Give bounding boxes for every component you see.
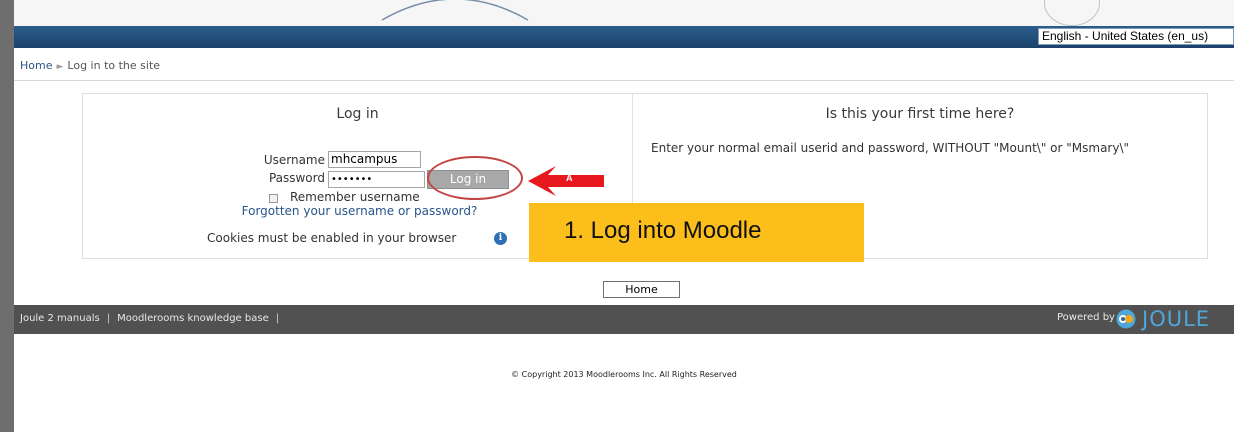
info-icon[interactable]: i — [494, 232, 507, 245]
joule-brand-text[interactable]: JOULE — [1142, 307, 1210, 331]
breadcrumb-home-link[interactable]: Home — [20, 59, 52, 72]
breadcrumb-current: Log in to the site — [67, 59, 161, 72]
footer-link-manuals[interactable]: Joule 2 manuals — [20, 313, 100, 324]
powered-by-label: Powered by — [1057, 312, 1115, 323]
breadcrumb-separator-icon: ► — [56, 62, 64, 72]
instruction-callout: 1. Log into Moodle — [529, 203, 864, 262]
password-label: Password — [268, 171, 325, 185]
cookies-notice: Cookies must be enabled in your browser — [207, 231, 457, 245]
decorative-ring — [1044, 0, 1100, 26]
remember-username-label: Remember username — [290, 190, 420, 204]
footer-divider: | — [106, 313, 111, 324]
divider — [14, 80, 1234, 81]
footer-bar: Joule 2 manuals | Moodlerooms knowledge ba… — [14, 305, 1234, 334]
footer-links: Joule 2 manuals | Moodlerooms knowledge ba… — [20, 313, 286, 324]
footer-divider: | — [275, 313, 280, 324]
joule-logo-icon[interactable] — [1116, 309, 1136, 329]
login-title: Log in — [336, 106, 379, 122]
remember-username-checkbox[interactable] — [269, 194, 278, 203]
breadcrumb: Home ► Log in to the site — [20, 59, 160, 72]
highlight-ellipse — [427, 156, 523, 200]
username-label: Username — [263, 153, 325, 167]
language-select[interactable]: English - United States (en_us) — [1038, 28, 1234, 45]
username-input[interactable]: mhcampus — [328, 151, 421, 168]
password-input[interactable]: ••••••• — [328, 171, 425, 188]
site-logo-icon — [381, 0, 529, 21]
site-header-band — [14, 0, 1234, 26]
footer-link-knowledge-base[interactable]: Moodlerooms knowledge base — [117, 313, 269, 324]
annotation-arrow-label: A — [566, 173, 573, 183]
copyright-notice: © Copyright 2013 Moodlerooms Inc. All Ri… — [511, 370, 737, 379]
first-time-title: Is this your first time here? — [825, 106, 1015, 122]
first-time-instructions: Enter your normal email userid and passw… — [651, 141, 1130, 155]
browser-page: English - United States (en_us) Home ► Log… — [14, 0, 1234, 432]
home-button[interactable]: Home — [603, 281, 680, 298]
